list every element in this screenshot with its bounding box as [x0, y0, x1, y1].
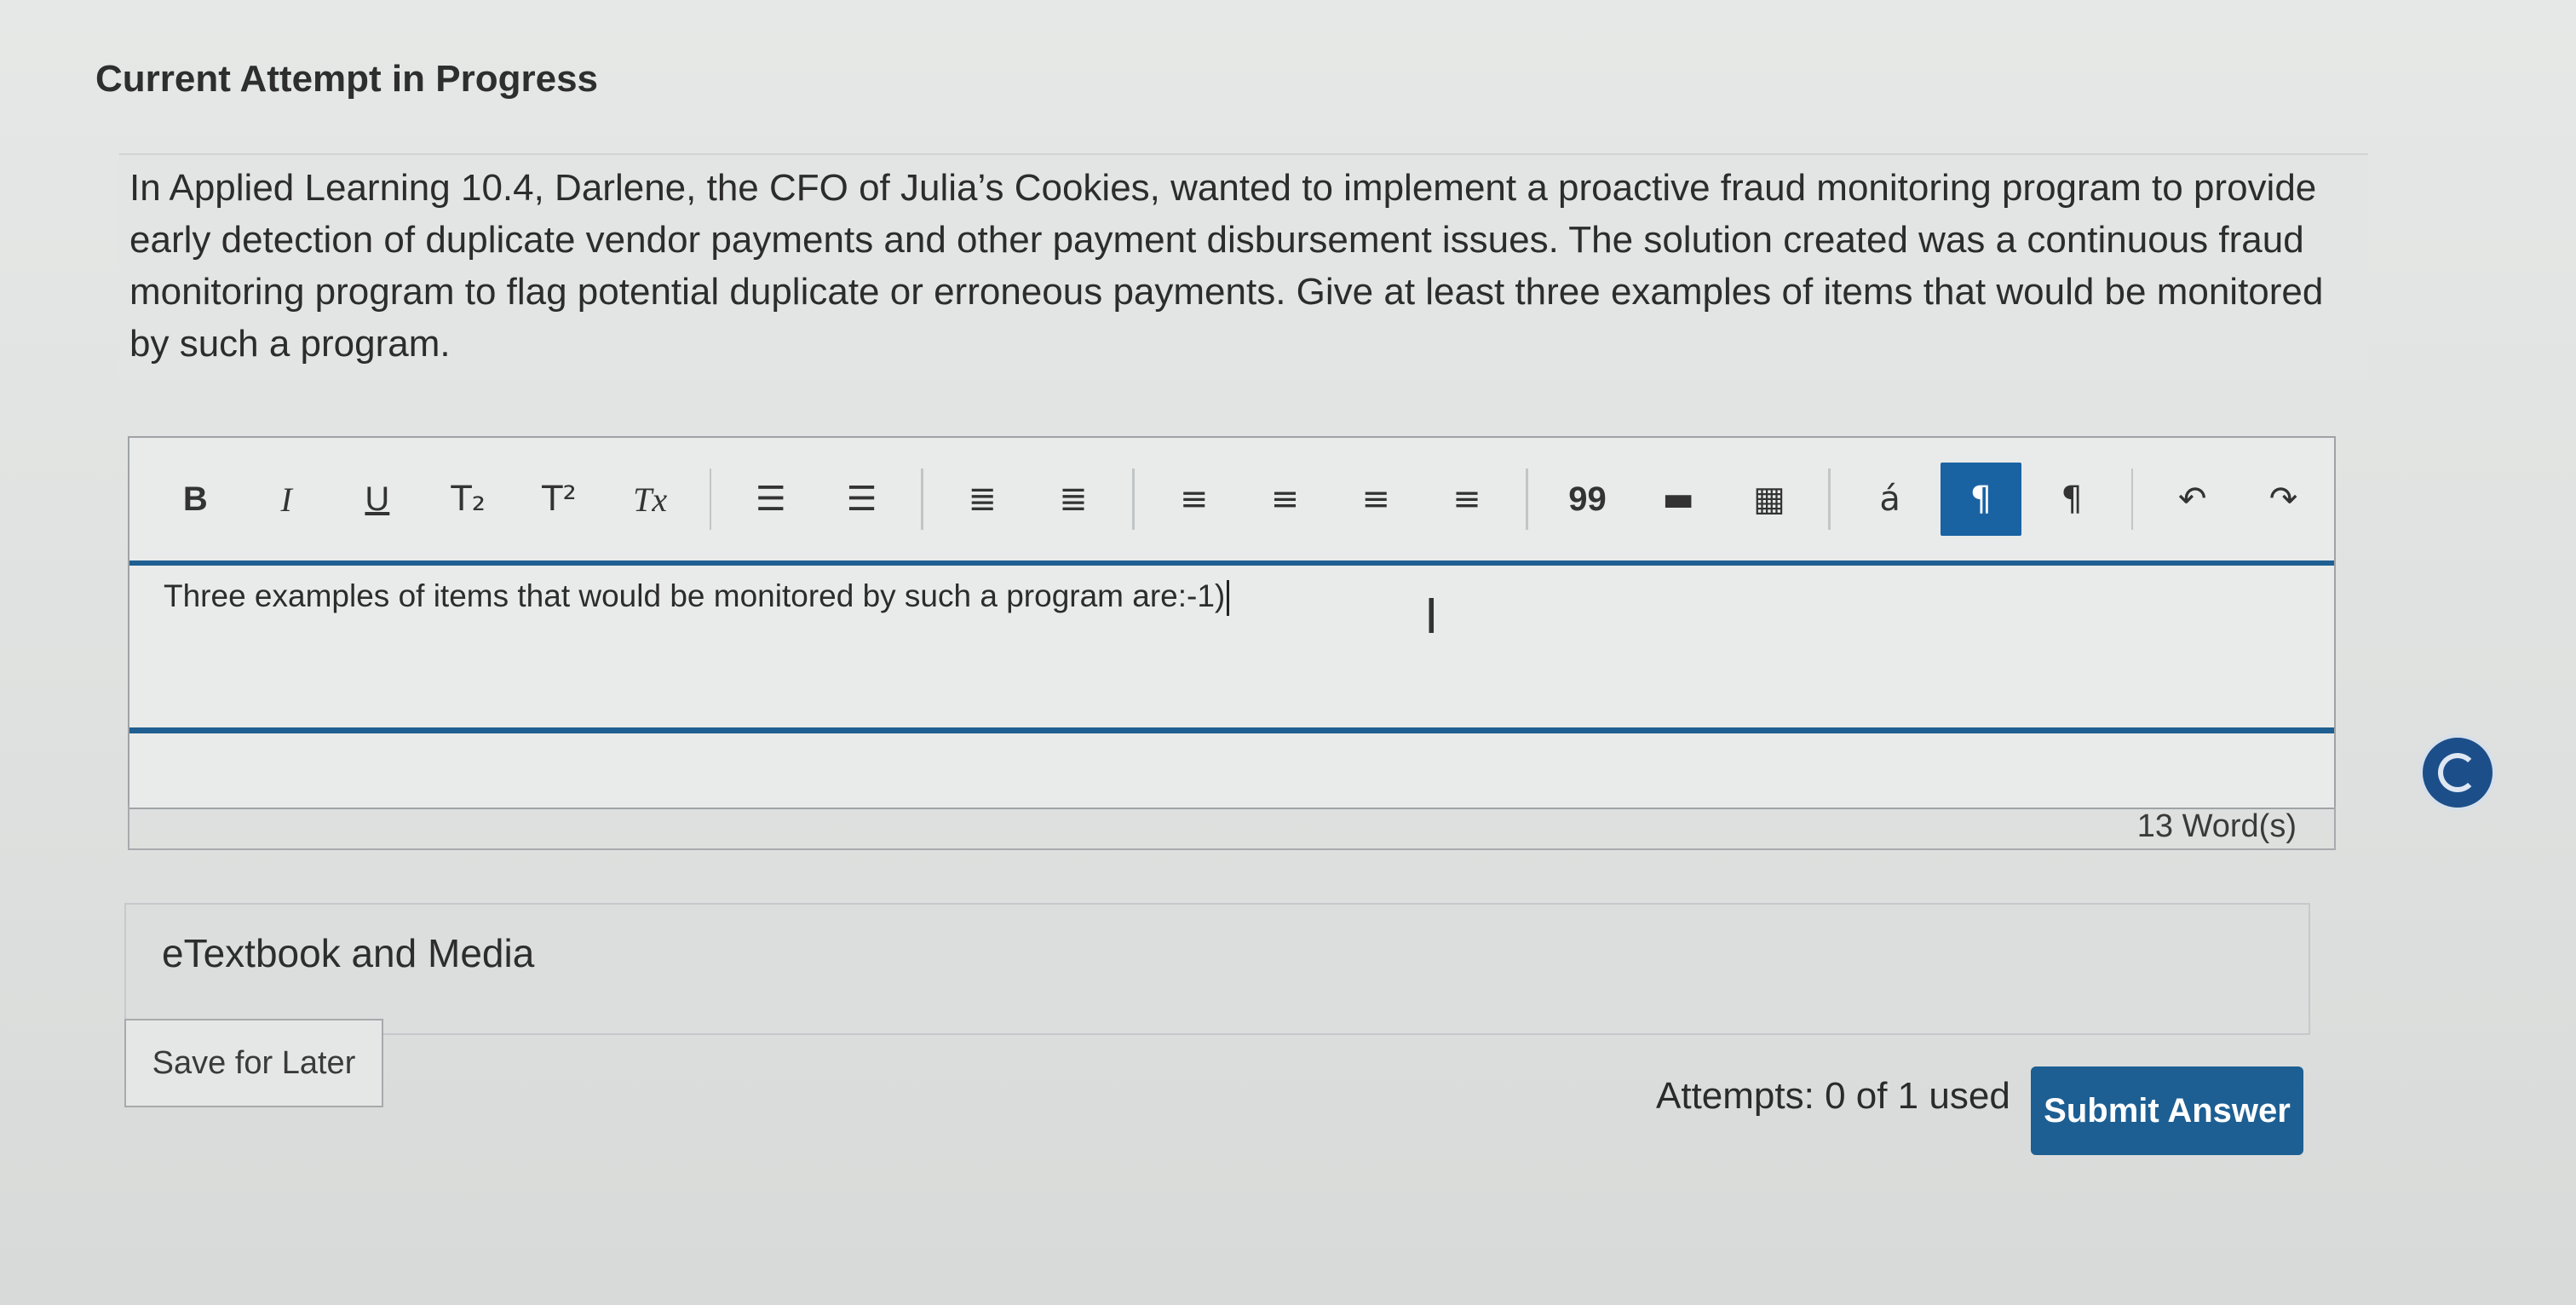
superscript-button[interactable]: T² — [519, 463, 600, 536]
toolbar-separator — [709, 469, 712, 530]
special-character-button[interactable]: á — [1849, 463, 1930, 536]
justify-button[interactable]: ≡ — [1426, 463, 1507, 536]
ltr-direction-button[interactable]: ¶ — [1941, 463, 2021, 536]
save-for-later-button[interactable]: Save for Later — [124, 1019, 383, 1107]
submit-answer-button[interactable]: Submit Answer — [2031, 1066, 2303, 1155]
word-count: 13 Word(s) — [2136, 808, 2297, 844]
page-title: Current Attempt in Progress — [95, 58, 599, 100]
align-left-button[interactable]: ≡ — [1153, 463, 1234, 536]
align-center-button[interactable]: ≡ — [1245, 463, 1325, 536]
bold-button[interactable]: B — [155, 463, 236, 536]
toolbar-separator — [1132, 469, 1136, 530]
outdent-button[interactable]: ≣ — [942, 463, 1023, 536]
question-text: In Applied Learning 10.4, Darlene, the C… — [129, 167, 2324, 365]
rich-text-editor: B I U T₂ T² Tx ☰ ☰ ≣ ≣ ≡ ≡ ≡ ≡ 99 ▬ ▦ á … — [128, 436, 2336, 809]
rtl-direction-button[interactable]: ¶ — [2032, 463, 2113, 536]
undo-button[interactable]: ↶ — [2152, 463, 2233, 536]
numbered-list-button[interactable]: ☰ — [821, 463, 902, 536]
text-caret — [1227, 580, 1230, 617]
toolbar-separator — [1526, 469, 1529, 530]
blockquote-button[interactable]: 99 — [1547, 463, 1628, 536]
editor-bottom-rule — [129, 727, 2334, 733]
editor-toolbar: B I U T₂ T² Tx ☰ ☰ ≣ ≣ ≡ ≡ ≡ ≡ 99 ▬ ▦ á … — [129, 438, 2334, 566]
attempts-counter: Attempts: 0 of 1 used — [1656, 1075, 2010, 1117]
bullet-list-button[interactable]: ☰ — [730, 463, 811, 536]
etextbook-media-label: eTextbook and Media — [162, 931, 535, 975]
clear-format-button[interactable]: Tx — [610, 463, 691, 536]
align-right-button[interactable]: ≡ — [1336, 463, 1417, 536]
toolbar-separator — [1828, 469, 1831, 530]
ibeam-cursor-icon: I — [1424, 589, 1439, 645]
etextbook-media-panel[interactable]: eTextbook and Media — [124, 903, 2310, 1035]
toolbar-separator — [2130, 469, 2134, 530]
table-button[interactable]: ▦ — [1729, 463, 1810, 536]
redo-button[interactable]: ↷ — [2243, 463, 2324, 536]
subscript-button[interactable]: T₂ — [428, 463, 509, 536]
underline-button[interactable]: U — [337, 463, 418, 536]
italic-button[interactable]: I — [246, 463, 327, 536]
answer-text: Three examples of items that would be mo… — [164, 578, 1226, 613]
horizontal-rule-button[interactable]: ▬ — [1638, 463, 1719, 536]
help-chat-icon[interactable] — [2419, 734, 2496, 811]
indent-button[interactable]: ≣ — [1033, 463, 1114, 536]
toolbar-separator — [920, 469, 923, 530]
word-count-box: 13 Word(s) — [128, 806, 2336, 850]
editor-text-area[interactable]: Three examples of items that would be mo… — [164, 578, 1230, 617]
